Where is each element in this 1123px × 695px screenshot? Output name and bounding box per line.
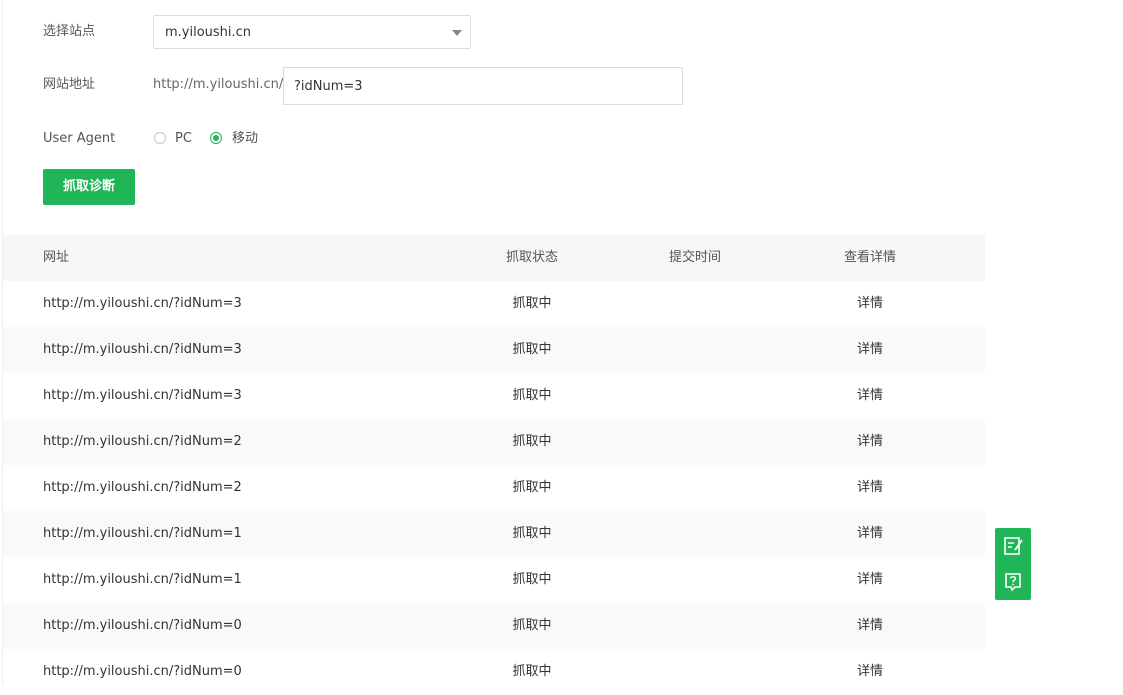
row-time [643, 511, 747, 557]
row-detail-link[interactable]: 详情 [823, 465, 917, 511]
edit-note-icon [1004, 537, 1023, 555]
ua-pc-label[interactable]: PC [175, 130, 192, 148]
row-status: 抓取中 [512, 342, 552, 357]
row-time [643, 603, 747, 649]
row-detail-link[interactable]: 详情 [823, 419, 917, 465]
row-time [643, 281, 747, 327]
header-detail: 查看详情 [843, 250, 896, 265]
row-status: 抓取中 [512, 388, 552, 403]
row-status: 抓取中 [512, 480, 552, 495]
ua-mobile-label[interactable]: 移动 [232, 130, 258, 148]
row-url: http://m.yiloushi.cn/?idNum=2 [43, 480, 242, 495]
row-status: 抓取中 [512, 526, 552, 541]
row-url: http://m.yiloushi.cn/?idNum=0 [43, 618, 242, 633]
row-url: http://m.yiloushi.cn/?idNum=0 [43, 664, 242, 679]
site-select-value: m.yiloushi.cn [165, 25, 252, 40]
header-time: 提交时间 [668, 250, 721, 265]
table-row: http://m.yiloushi.cn/?idNum=0 抓取中 详情 [3, 603, 985, 649]
row-detail-link[interactable]: 详情 [823, 511, 917, 557]
table-row: http://m.yiloushi.cn/?idNum=2 抓取中 详情 [3, 465, 985, 511]
row-status: 抓取中 [512, 296, 552, 311]
table-row: http://m.yiloushi.cn/?idNum=3 抓取中 详情 [3, 373, 985, 419]
row-time [643, 557, 747, 603]
help-button[interactable] [995, 564, 1031, 600]
row-url: http://m.yiloushi.cn/?idNum=1 [43, 526, 242, 541]
help-question-icon [1005, 573, 1021, 592]
header-status: 抓取状态 [505, 250, 558, 265]
row-detail-link[interactable]: 详情 [823, 281, 917, 327]
row-detail-link[interactable]: 详情 [823, 649, 917, 695]
table-header: 网址 抓取状态 提交时间 查看详情 [3, 235, 985, 281]
ua-pc-radio[interactable] [154, 132, 166, 144]
radio-selected-dot [213, 135, 219, 141]
table-row: http://m.yiloushi.cn/?idNum=3 抓取中 详情 [3, 327, 985, 373]
feedback-edit-button[interactable] [995, 528, 1031, 564]
floating-toolbar [995, 528, 1031, 600]
row-detail-link[interactable]: 详情 [823, 373, 917, 419]
table-row: http://m.yiloushi.cn/?idNum=1 抓取中 详情 [3, 511, 985, 557]
row-time [643, 419, 747, 465]
row-time [643, 465, 747, 511]
site-select[interactable]: m.yiloushi.cn [153, 15, 471, 49]
row-url: http://m.yiloushi.cn/?idNum=3 [43, 388, 242, 403]
url-path-input[interactable] [283, 67, 683, 105]
row-time [643, 649, 747, 695]
row-status: 抓取中 [512, 618, 552, 633]
table-row: http://m.yiloushi.cn/?idNum=2 抓取中 详情 [3, 419, 985, 465]
ua-mobile-radio[interactable] [210, 132, 222, 144]
user-agent-label: User Agent [43, 131, 116, 146]
table-row: http://m.yiloushi.cn/?idNum=3 抓取中 详情 [3, 281, 985, 327]
row-detail-link[interactable]: 详情 [823, 557, 917, 603]
row-url: http://m.yiloushi.cn/?idNum=1 [43, 572, 242, 587]
table-row: http://m.yiloushi.cn/?idNum=0 抓取中 详情 [3, 649, 985, 695]
row-url: http://m.yiloushi.cn/?idNum=3 [43, 296, 242, 311]
row-url: http://m.yiloushi.cn/?idNum=2 [43, 434, 242, 449]
fetch-diagnose-button[interactable]: 抓取诊断 [43, 169, 135, 205]
fetch-results-table: 网址 抓取状态 提交时间 查看详情 http://m.yiloushi.cn/?… [3, 235, 985, 695]
row-status: 抓取中 [512, 664, 552, 679]
row-time [643, 373, 747, 419]
row-detail-link[interactable]: 详情 [823, 327, 917, 373]
row-status: 抓取中 [512, 572, 552, 587]
url-prefix: http://m.yiloushi.cn/ [153, 77, 284, 92]
row-detail-link[interactable]: 详情 [823, 603, 917, 649]
row-time [643, 327, 747, 373]
url-label: 网站地址 [43, 77, 96, 92]
table-row: http://m.yiloushi.cn/?idNum=1 抓取中 详情 [3, 557, 985, 603]
row-status: 抓取中 [512, 434, 552, 449]
fetch-diagnosis-page: 选择站点 m.yiloushi.cn 网站地址 http://m.yiloush… [0, 0, 1123, 695]
header-url: 网址 [43, 250, 70, 265]
caret-down-icon [452, 30, 462, 36]
row-url: http://m.yiloushi.cn/?idNum=3 [43, 342, 242, 357]
site-label: 选择站点 [43, 24, 96, 39]
